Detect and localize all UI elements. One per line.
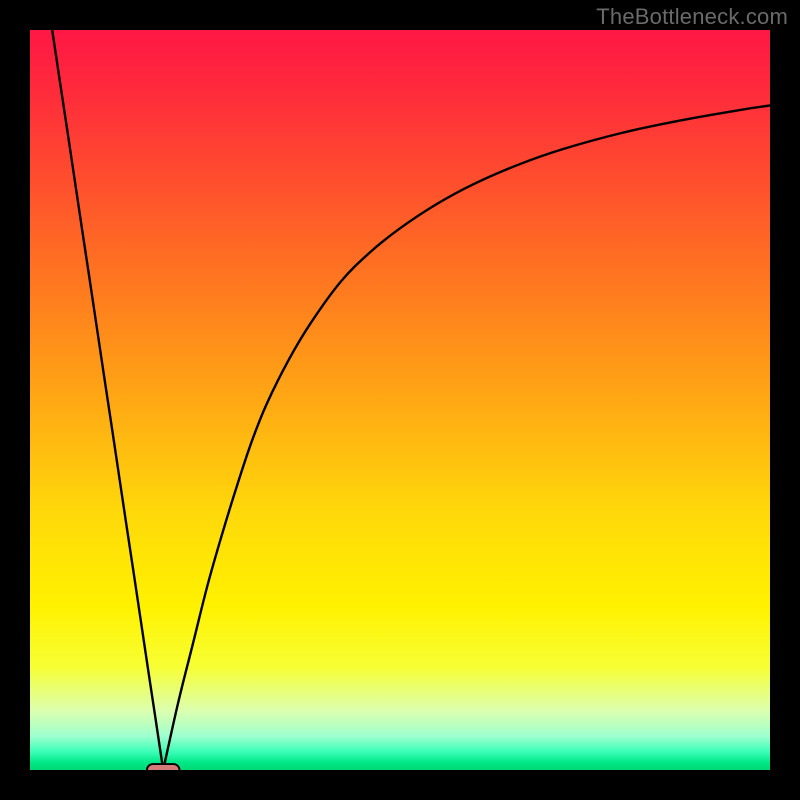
watermark-text: TheBottleneck.com: [596, 4, 788, 30]
minimum-marker: [147, 764, 180, 770]
gradient-background: [30, 30, 770, 770]
chart-frame: TheBottleneck.com: [0, 0, 800, 800]
plot-area: [30, 30, 770, 770]
chart-svg: [30, 30, 770, 770]
